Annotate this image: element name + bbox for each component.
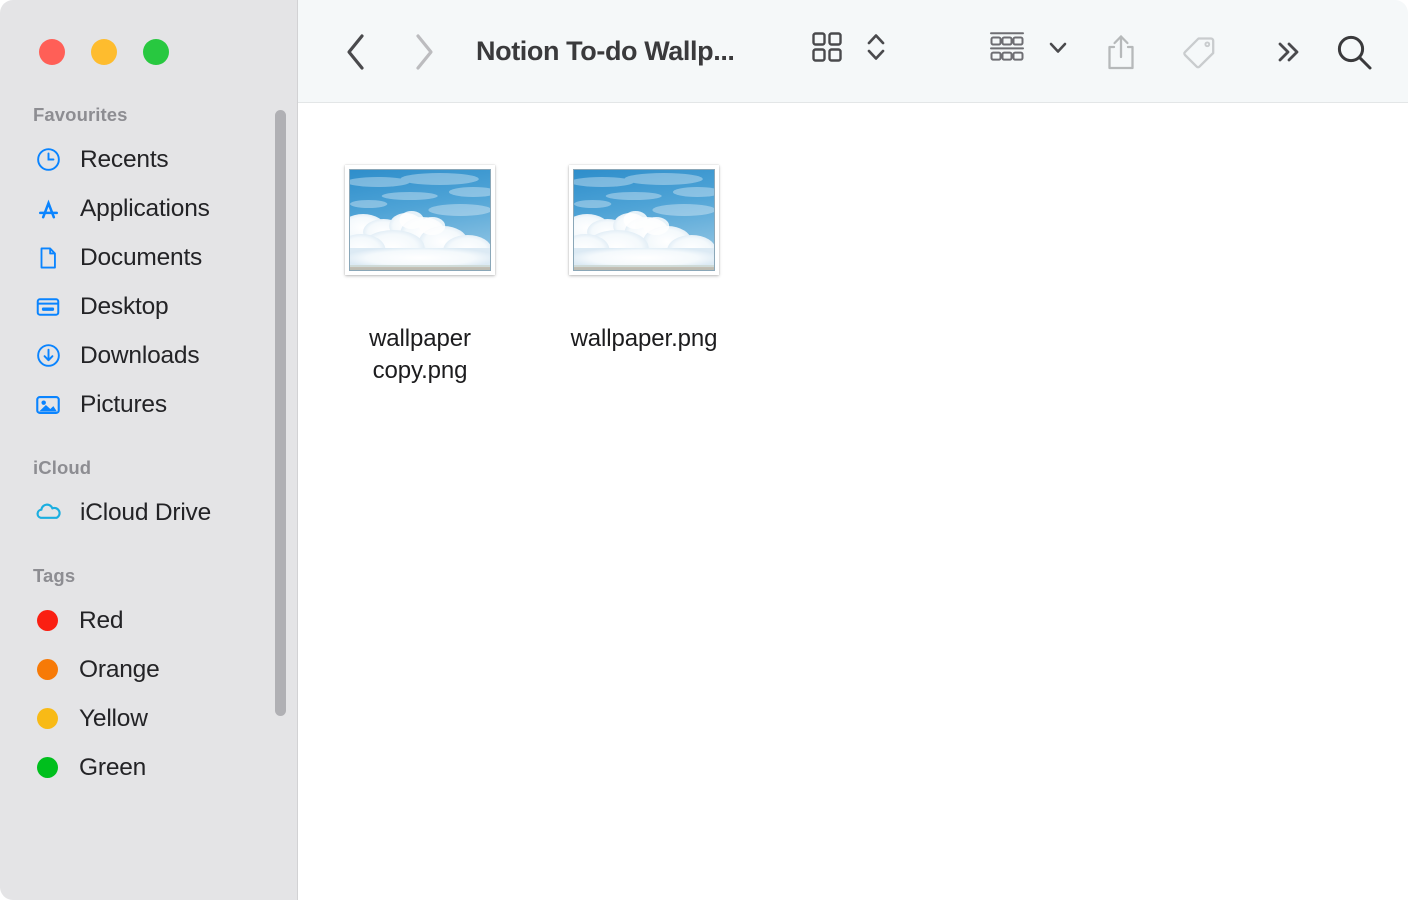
zoom-button[interactable] (143, 39, 169, 65)
sidebar-scrollbar[interactable] (275, 110, 286, 716)
sidebar-item-label: Red (79, 606, 124, 634)
desktop-icon (33, 292, 63, 322)
sidebar-item-desktop[interactable]: Desktop (0, 282, 298, 331)
close-button[interactable] (39, 39, 65, 65)
document-icon (33, 243, 63, 273)
file-grid: wallpaper copy.png wallpaper.png (308, 165, 1408, 387)
sidebar-item-pictures[interactable]: Pictures (0, 380, 298, 429)
page-title: Notion To-do Wallp... (476, 36, 735, 66)
sidebar-item-label: iCloud Drive (80, 498, 212, 526)
window-controls (39, 39, 169, 65)
sidebar-item-label: Downloads (80, 341, 200, 369)
search-icon[interactable] (1328, 26, 1380, 78)
forward-button[interactable] (398, 26, 450, 78)
toolbar: Notion To-do Wallp... (298, 0, 1408, 103)
sidebar-item-tag-green[interactable]: Green (0, 743, 298, 792)
sidebar-item-documents[interactable]: Documents (0, 233, 298, 282)
sidebar: Favourites Recents Applications Document… (0, 0, 298, 900)
file-thumbnail[interactable] (569, 165, 719, 275)
sidebar-item-downloads[interactable]: Downloads (0, 331, 298, 380)
sidebar-item-applications[interactable]: Applications (0, 184, 298, 233)
sidebar-item-label: Recents (80, 145, 169, 173)
sidebar-item-label: Orange (79, 655, 160, 683)
download-icon (33, 341, 63, 371)
file-name-label: wallpaper.png (570, 325, 718, 352)
file-thumbnail[interactable] (345, 165, 495, 275)
group-chevron-button[interactable] (1044, 26, 1072, 68)
sidebar-section-icloud-title: iCloud (33, 457, 92, 478)
file-item[interactable]: wallpaper.png (532, 165, 756, 387)
sidebar-item-tag-red[interactable]: Red (0, 596, 298, 645)
file-name-label: wallpaper copy.png (369, 325, 471, 384)
minimize-button[interactable] (91, 39, 117, 65)
back-button[interactable] (330, 26, 382, 78)
clock-icon (33, 145, 63, 175)
icon-view-button[interactable] (806, 26, 848, 68)
tag-dot-icon (37, 708, 58, 729)
sidebar-item-tag-yellow[interactable]: Yellow (0, 694, 298, 743)
sidebar-section-tags-title: Tags (33, 565, 76, 586)
sidebar-item-label: Green (79, 753, 147, 781)
sidebar-item-label: Desktop (80, 292, 169, 320)
sidebar-item-label: Pictures (80, 390, 167, 418)
finder-window: Favourites Recents Applications Document… (0, 0, 1408, 900)
view-stepper-button[interactable] (862, 26, 890, 68)
sidebar-item-recents[interactable]: Recents (0, 135, 298, 184)
photo-icon (33, 390, 63, 420)
file-item[interactable]: wallpaper copy.png (308, 165, 532, 387)
sidebar-item-label: Applications (80, 194, 210, 222)
group-items-button[interactable] (984, 26, 1030, 68)
tag-dot-icon (37, 610, 58, 631)
sky-clouds-thumbnail-image (573, 169, 715, 271)
sidebar-item-tag-orange[interactable]: Orange (0, 645, 298, 694)
sidebar-item-label: Documents (80, 243, 203, 271)
sidebar-section-favourites-title: Favourites (33, 104, 128, 125)
share-button[interactable] (1095, 26, 1147, 78)
tag-dot-icon (37, 659, 58, 680)
view-controls (806, 26, 890, 68)
app-store-a-icon (33, 194, 63, 224)
file-browser-area[interactable]: wallpaper copy.png wallpaper.png (298, 103, 1408, 900)
cloud-icon (33, 498, 63, 528)
tag-button[interactable] (1173, 26, 1225, 78)
group-controls (984, 26, 1072, 68)
main-area: Notion To-do Wallp... wallpaper copy.png… (298, 0, 1408, 900)
tag-dot-icon (37, 757, 58, 778)
sidebar-item-label: Yellow (79, 704, 148, 732)
more-options-button[interactable] (1263, 26, 1315, 78)
sidebar-item-icloud-drive[interactable]: iCloud Drive (0, 488, 298, 537)
sky-clouds-thumbnail-image (349, 169, 491, 271)
